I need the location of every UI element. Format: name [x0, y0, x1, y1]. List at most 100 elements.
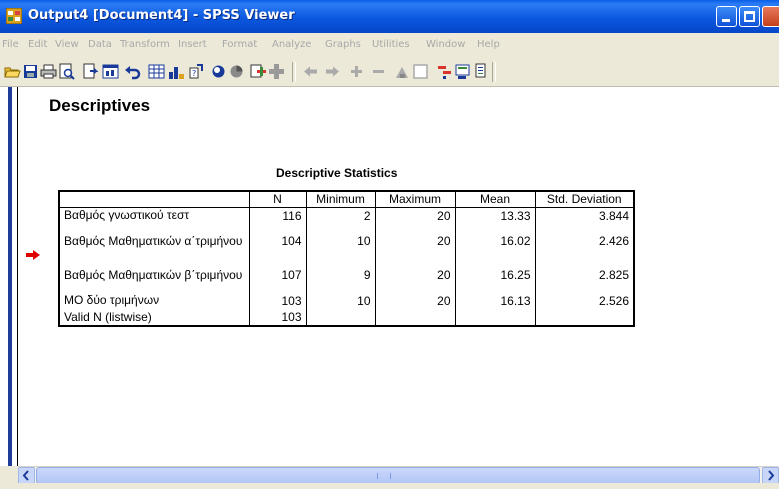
table-row: Βαθμός Μαθηματικών β΄τριμήνου 107 9 20 1…: [58, 258, 635, 292]
goto-case-icon[interactable]: [148, 63, 165, 80]
toolbar-separator: [292, 62, 296, 82]
add-icon[interactable]: [268, 63, 285, 80]
output-heading[interactable]: Descriptives: [49, 96, 150, 116]
column-header-maximum: Maximum: [374, 190, 456, 208]
goto-data-icon[interactable]: [102, 63, 119, 80]
cell-maximum: 20: [374, 292, 456, 309]
column-header-std-deviation: Std. Deviation: [534, 190, 635, 208]
chevron-right-icon: [768, 470, 775, 481]
insert-title-icon[interactable]: [454, 63, 471, 80]
outline-divider[interactable]: [0, 87, 18, 466]
cell-mean: 13.33: [454, 206, 536, 224]
menu-window[interactable]: Window: [426, 39, 465, 50]
scroll-grip-icon: [377, 473, 391, 479]
cell-maximum: 20: [374, 224, 456, 258]
row-label: Βαθμός Μαθηματικών α΄τριμήνου: [58, 224, 250, 258]
cell-minimum: 2: [305, 206, 376, 224]
menu-utilities[interactable]: Utilities: [372, 39, 410, 50]
cell-mean: [454, 309, 536, 327]
cell-n: 107: [248, 258, 307, 292]
table-header-row: N Minimum Maximum Mean Std. Deviation: [58, 190, 635, 208]
save-icon[interactable]: [22, 63, 39, 80]
export-icon[interactable]: [82, 63, 99, 80]
plus-icon[interactable]: [348, 63, 365, 80]
pie-icon[interactable]: [228, 63, 245, 80]
menu-insert[interactable]: Insert: [178, 39, 207, 50]
svg-text:?: ?: [192, 69, 196, 78]
menu-analyze[interactable]: Analyze: [272, 39, 311, 50]
row-label: Valid N (listwise): [58, 309, 250, 327]
cell-mean: 16.25: [454, 258, 536, 292]
table-title[interactable]: Descriptive Statistics: [276, 166, 397, 180]
current-item-arrow-icon: [26, 250, 40, 260]
table-row: ΜΟ δύο τριμήνων 103 10 20 16.13 2.526: [58, 292, 635, 309]
menu-transform[interactable]: Transform: [120, 39, 170, 50]
arrow-left-icon[interactable]: [302, 63, 319, 80]
cell-n: 103: [248, 309, 307, 327]
print-icon[interactable]: [40, 63, 57, 80]
window-bottom-edge: [0, 483, 779, 489]
variables-icon[interactable]: [168, 63, 185, 80]
cell-mean: 16.13: [454, 292, 536, 309]
undo-icon[interactable]: [124, 63, 141, 80]
menu-edit[interactable]: Edit: [28, 39, 47, 50]
row-label: Βαθμός γνωστικού τεστ: [58, 206, 250, 224]
menu-help[interactable]: Help: [477, 39, 500, 50]
menu-format[interactable]: Format: [222, 39, 257, 50]
cell-mean: 16.02: [454, 224, 536, 258]
scroll-left-button[interactable]: [18, 467, 35, 484]
minimize-button[interactable]: [716, 6, 737, 27]
circle-icon[interactable]: [210, 63, 227, 80]
hide-icon[interactable]: [412, 63, 429, 80]
cell-n: 116: [248, 206, 307, 224]
cell-minimum: [305, 309, 376, 327]
cell-std-deviation: 2.426: [534, 224, 635, 258]
chevron-left-icon: [22, 470, 29, 481]
horizontal-scrollbar[interactable]: [18, 466, 779, 484]
cell-minimum: 10: [305, 292, 376, 309]
scroll-right-button[interactable]: [762, 467, 779, 484]
insert-cases-icon[interactable]: [250, 63, 267, 80]
open-icon[interactable]: [4, 63, 21, 80]
show-all-icon[interactable]: [394, 63, 411, 80]
header-corner-cell: [58, 190, 250, 208]
table-row: Βαθμός Μαθηματικών α΄τριμήνου 104 10 20 …: [58, 224, 635, 258]
cell-minimum: 9: [305, 258, 376, 292]
toolbar: ?: [0, 58, 779, 87]
arrow-right-icon[interactable]: [324, 63, 341, 80]
maximize-icon: [744, 11, 755, 22]
menu-file[interactable]: File: [2, 39, 19, 50]
close-button[interactable]: [762, 6, 779, 27]
minus-icon[interactable]: [370, 63, 387, 80]
column-header-minimum: Minimum: [305, 190, 376, 208]
cell-std-deviation: 3.844: [534, 206, 635, 224]
descriptive-statistics-table[interactable]: N Minimum Maximum Mean Std. Deviation Βα…: [58, 190, 635, 327]
row-label: Βαθμός Μαθηματικών β΄τριμήνου: [58, 258, 250, 292]
insert-variable-icon[interactable]: ?: [188, 63, 205, 80]
insert-heading-icon[interactable]: [436, 63, 453, 80]
menu-view[interactable]: View: [55, 39, 79, 50]
cell-maximum: 20: [374, 206, 456, 224]
spss-app-icon[interactable]: [6, 8, 22, 24]
cell-maximum: [374, 309, 456, 327]
cell-n: 103: [248, 292, 307, 309]
maximize-button[interactable]: [739, 6, 760, 27]
insert-text-icon[interactable]: [472, 63, 489, 80]
table-row: Βαθμός γνωστικού τεστ 116 2 20 13.33 3.8…: [58, 206, 635, 224]
print-preview-icon[interactable]: [58, 63, 75, 80]
menu-data[interactable]: Data: [88, 39, 112, 50]
cell-minimum: 10: [305, 224, 376, 258]
column-header-n: N: [248, 190, 307, 208]
title-bar: Output4 [Document4] - SPSS Viewer: [0, 0, 779, 33]
cell-std-deviation: 2.825: [534, 258, 635, 292]
scroll-thumb[interactable]: [36, 467, 760, 484]
window-title: Output4 [Document4] - SPSS Viewer: [28, 8, 295, 23]
cell-std-deviation: [534, 309, 635, 327]
toolbar-separator: [492, 62, 496, 82]
menu-graphs[interactable]: Graphs: [325, 39, 361, 50]
column-header-mean: Mean: [454, 190, 536, 208]
row-label: ΜΟ δύο τριμήνων: [58, 292, 250, 309]
table-row: Valid N (listwise) 103: [58, 309, 635, 327]
minimize-icon: [722, 19, 730, 22]
cell-std-deviation: 2.526: [534, 292, 635, 309]
